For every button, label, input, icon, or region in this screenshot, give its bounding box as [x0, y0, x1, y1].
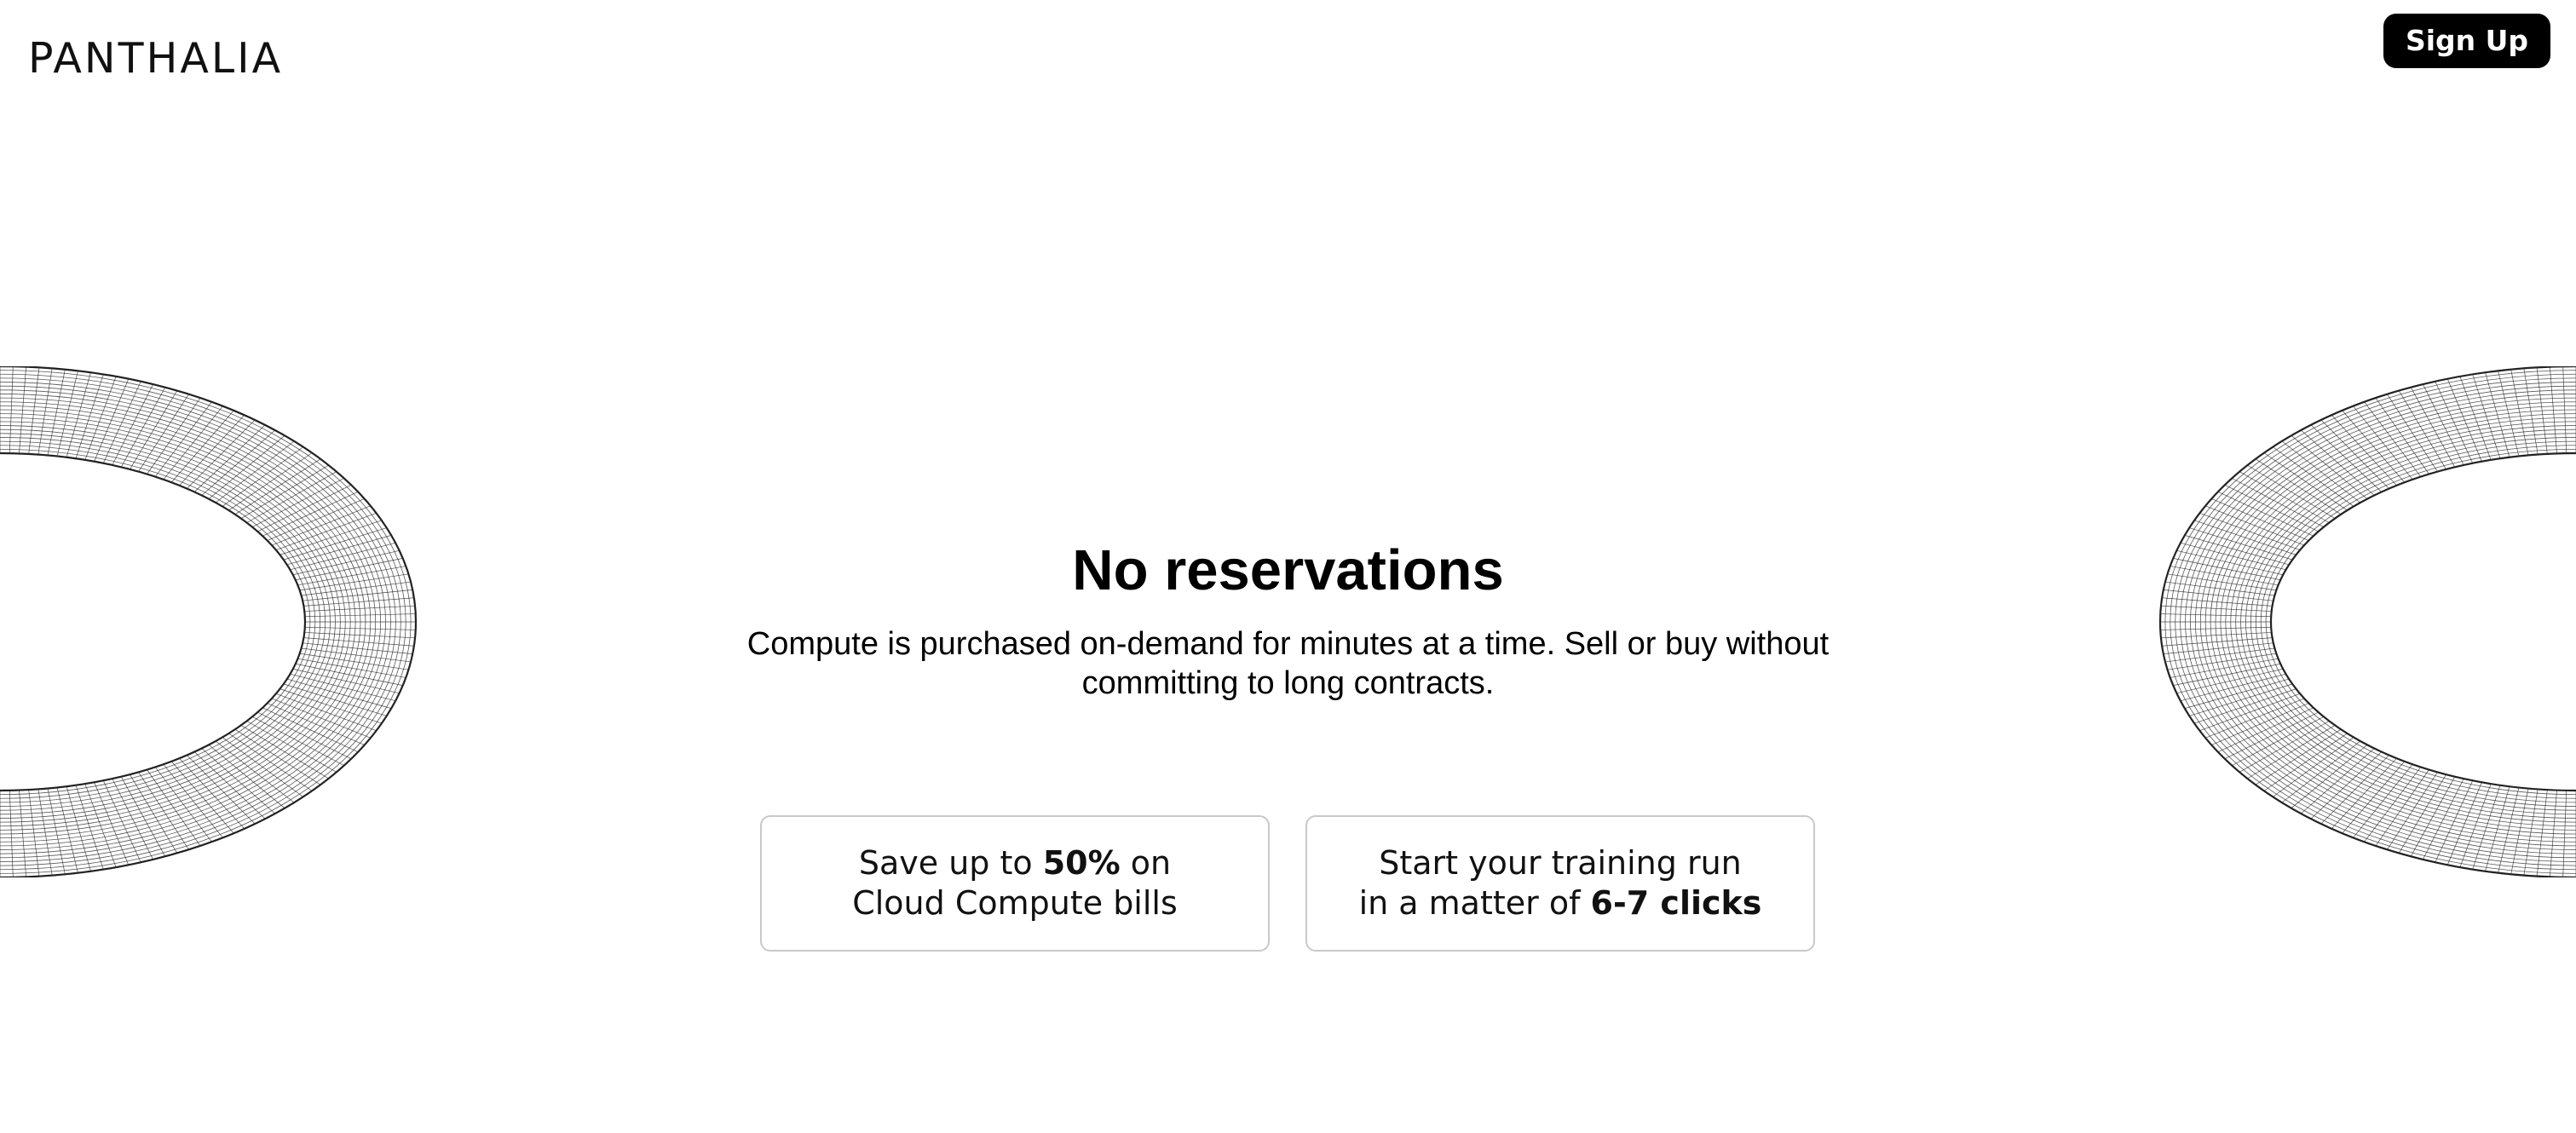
- card-highlight: 50%: [1042, 844, 1121, 882]
- feature-card-text: Start your training run in a matter of 6…: [1359, 843, 1762, 923]
- feature-card-savings: Save up to 50% on Cloud Compute bills: [760, 815, 1270, 952]
- hero-title: No reservations: [1072, 538, 1504, 602]
- wireframe-torus-left-icon: [0, 366, 417, 877]
- feature-card-clicks: Start your training run in a matter of 6…: [1305, 815, 1815, 952]
- card-text: Save up to: [858, 844, 1043, 882]
- feature-card-text: Save up to 50% on Cloud Compute bills: [852, 843, 1178, 923]
- wireframe-torus-right-icon: [2159, 366, 2576, 877]
- card-text: Cloud Compute bills: [852, 884, 1178, 922]
- brand-logo[interactable]: PANTHALIA: [28, 31, 283, 87]
- card-text: Start your training run: [1379, 844, 1742, 882]
- hero-section: No reservations Compute is purchased on-…: [648, 532, 1928, 703]
- feature-cards: Save up to 50% on Cloud Compute bills St…: [760, 815, 1817, 955]
- sign-up-button[interactable]: Sign Up: [2383, 14, 2550, 68]
- card-text: in a matter of: [1358, 884, 1591, 922]
- card-highlight: 6-7 clicks: [1590, 884, 1762, 922]
- card-text: on: [1120, 844, 1172, 882]
- hero-subtitle: Compute is purchased on-demand for minut…: [746, 626, 1830, 701]
